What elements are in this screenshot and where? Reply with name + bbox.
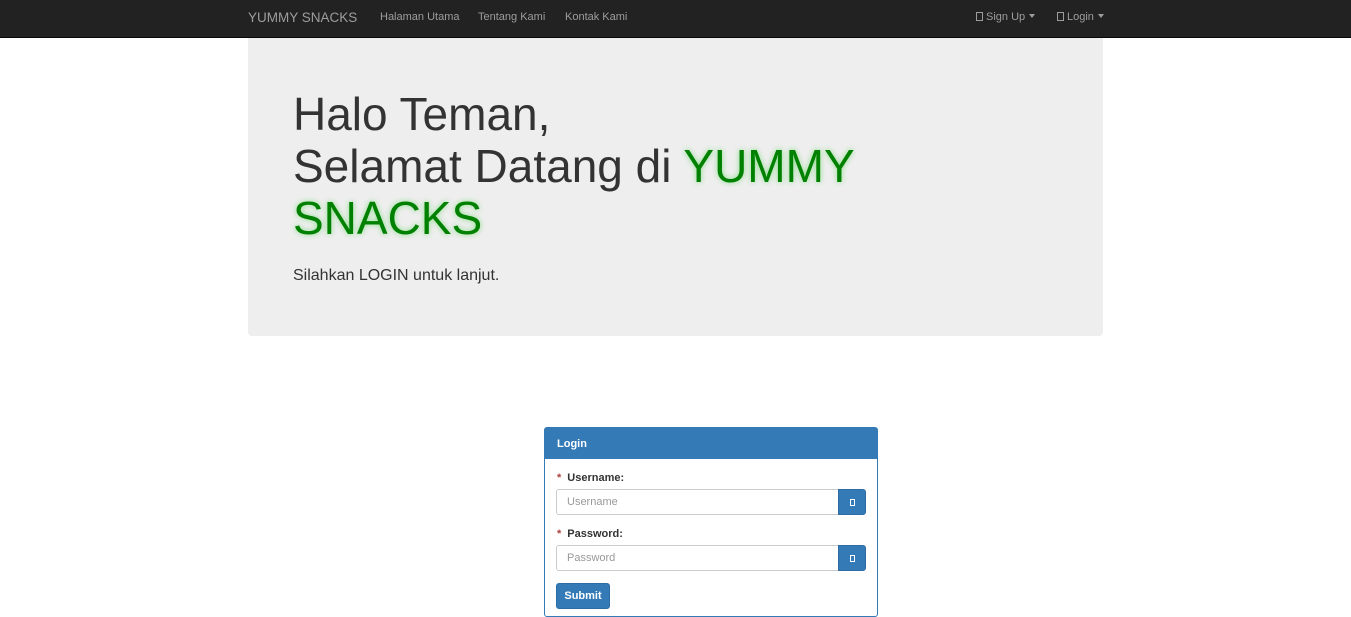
password-input[interactable]: [556, 545, 839, 571]
required-marker: *: [557, 472, 562, 484]
welcome-heading: Halo Teman, Selamat Datang di YUMMY SNAC…: [293, 88, 933, 244]
nav-link-halaman-utama[interactable]: Halaman Utama: [380, 11, 459, 23]
password-label-text: Password:: [567, 528, 623, 540]
login-icon: [1057, 12, 1064, 21]
username-label-text: Username:: [567, 472, 625, 484]
login-dropdown[interactable]: Login: [1057, 11, 1104, 23]
nav-link-kontak-kami[interactable]: Kontak Kami: [565, 11, 627, 23]
welcome-prefix: Selamat Datang di: [293, 140, 672, 192]
greeting-text: Halo Teman,: [293, 88, 551, 140]
username-input[interactable]: [556, 489, 839, 515]
navbar-brand[interactable]: YUMMY SNACKS: [248, 10, 357, 25]
password-addon-button[interactable]: [838, 545, 866, 571]
panel-title: Login: [545, 428, 877, 459]
username-label: * Username:: [557, 472, 624, 484]
submit-button[interactable]: Submit: [556, 583, 610, 609]
user-icon: [976, 12, 983, 21]
required-marker: *: [557, 528, 562, 540]
signup-label: Sign Up: [986, 11, 1026, 23]
login-panel: Login * Username: * Password: Submit: [544, 427, 878, 617]
caret-down-icon: [1097, 14, 1104, 18]
password-label: * Password:: [557, 528, 623, 540]
lead-text: Silahkan LOGIN untuk lanjut.: [293, 267, 500, 284]
navbar: YUMMY SNACKS Halaman Utama Tentang Kami …: [0, 0, 1351, 38]
user-icon: [850, 499, 855, 506]
nav-link-tentang-kami[interactable]: Tentang Kami: [478, 11, 545, 23]
username-addon-button[interactable]: [838, 489, 866, 515]
caret-down-icon: [1029, 14, 1036, 18]
signup-dropdown[interactable]: Sign Up: [976, 11, 1036, 23]
login-label: Login: [1067, 11, 1094, 23]
jumbotron: Halo Teman, Selamat Datang di YUMMY SNAC…: [248, 38, 1103, 336]
lock-icon: [850, 555, 855, 562]
